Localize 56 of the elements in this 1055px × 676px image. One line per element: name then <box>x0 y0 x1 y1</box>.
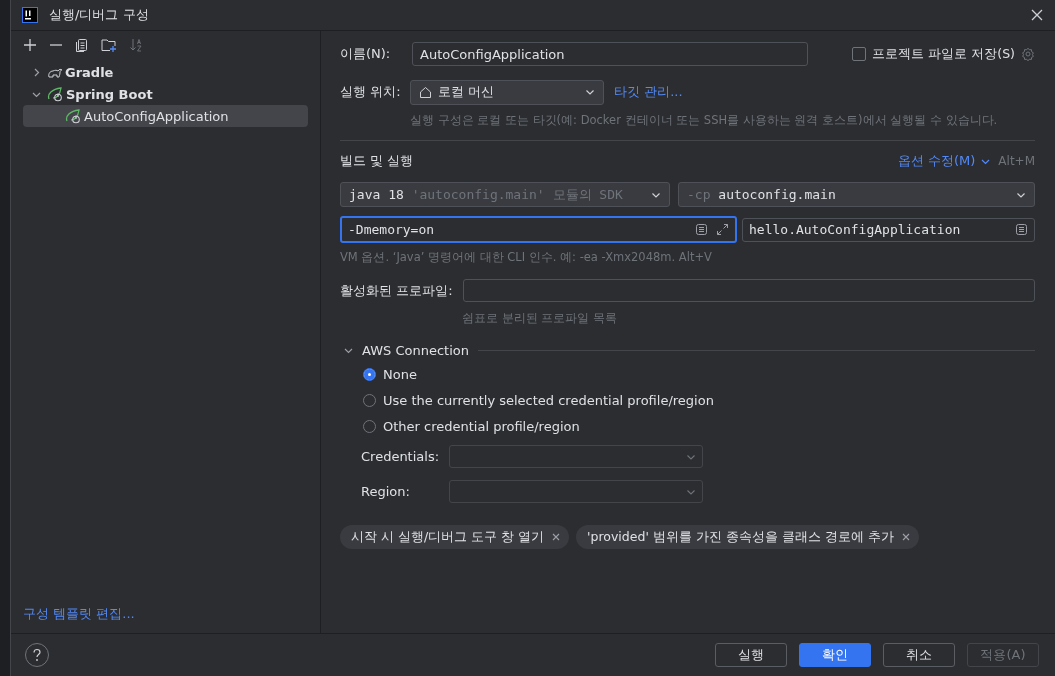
text-input[interactable]: -Dmemory=on <box>348 222 687 237</box>
profiles-label: 활성화된 프로파일: <box>340 281 454 300</box>
home-icon <box>419 85 432 99</box>
radio-button[interactable] <box>363 367 376 381</box>
credentials-label: Credentials: <box>361 449 441 464</box>
dialog-button[interactable]: 실행 <box>715 643 787 667</box>
leaf-power-icon <box>65 108 82 124</box>
list-icon[interactable] <box>695 223 708 236</box>
list-icon[interactable] <box>1015 223 1028 236</box>
window-title: 실행/디버그 구성 <box>49 6 149 24</box>
section-title: 빌드 및 실행 <box>340 152 414 170</box>
tree-item[interactable]: Spring Boot <box>23 83 308 105</box>
expand-icon[interactable] <box>716 223 729 236</box>
hint-text: VM 옵션. ‘Java’ 명령어에 대한 CLI 인수. 예: -ea -Xmx2048m. Alt+V <box>340 250 713 265</box>
group-title: AWS Connection <box>362 343 469 358</box>
sort-icon[interactable] <box>129 38 143 52</box>
tree-item[interactable]: Gradle <box>23 61 308 83</box>
option-tag[interactable]: 'provided' 범위를 가진 종속성을 클래스 경로에 추가 <box>576 525 919 549</box>
classpath-dropdown[interactable]: -cp autoconfig.main <box>678 182 1035 207</box>
app-logo-icon <box>22 7 38 23</box>
radio-label: Use the currently selected credential profile/region <box>383 392 714 408</box>
region-label: Region: <box>361 484 411 499</box>
tree-item[interactable]: AutoConfigApplication <box>23 105 308 127</box>
chevron-down-icon <box>585 87 595 97</box>
name-field[interactable]: AutoConfigApplication <box>412 42 808 66</box>
close-icon[interactable] <box>901 533 910 541</box>
vm-options-field[interactable]: -Dmemory=on <box>340 216 737 243</box>
dialog-button[interactable]: 확인 <box>799 643 871 667</box>
manage-targets-link[interactable]: 타깃 관리... <box>614 83 683 101</box>
option-tag[interactable]: 시작 시 실행/디버그 도구 창 열기 <box>340 525 570 549</box>
main-class-field[interactable]: hello.AutoConfigApplication <box>742 217 1035 242</box>
chevron-icon[interactable] <box>344 346 353 355</box>
radio-label: Other credential profile/region <box>383 418 580 434</box>
run-on-dropdown[interactable]: 로컬 머신 <box>410 79 604 105</box>
text-input[interactable]: hello.AutoConfigApplication <box>749 222 1007 237</box>
add-icon[interactable] <box>23 38 37 52</box>
question-icon <box>31 648 43 662</box>
edit-templates-link[interactable]: 구성 템플릿 편집... <box>23 605 135 623</box>
copy-icon[interactable] <box>75 38 89 52</box>
checkbox-label: 프로젝트 파일로 저장(S) <box>872 45 1015 63</box>
dialog-button[interactable]: 취소 <box>883 643 955 667</box>
run-on-label: 실행 위치: <box>340 83 402 101</box>
sdk-dropdown[interactable]: java 18 'autoconfig.main' 모듈의 SDK <box>340 182 670 207</box>
new-folder-icon[interactable] <box>101 38 117 52</box>
hint-text: 쉼표로 분리된 프로파일 목록 <box>462 311 618 326</box>
leaf-power-icon <box>47 86 64 102</box>
gear-icon[interactable] <box>1021 47 1035 61</box>
radio-label: None <box>383 366 417 382</box>
shortcut-text: Alt+M <box>998 154 1035 168</box>
profiles-field[interactable] <box>463 279 1035 302</box>
close-icon[interactable] <box>1031 9 1043 21</box>
close-icon[interactable] <box>552 533 561 541</box>
name-label: 이름(N): <box>340 45 392 63</box>
checkbox[interactable] <box>852 47 867 61</box>
modify-options-link[interactable]: 옵션 수정(M) <box>897 152 976 170</box>
hint-text: 실행 구성은 로컬 또는 타깃(예: Docker 컨테이너 또는 SSH를 사용하는 원격 호스트)에서 실행될 수 있습니다. <box>410 113 999 128</box>
